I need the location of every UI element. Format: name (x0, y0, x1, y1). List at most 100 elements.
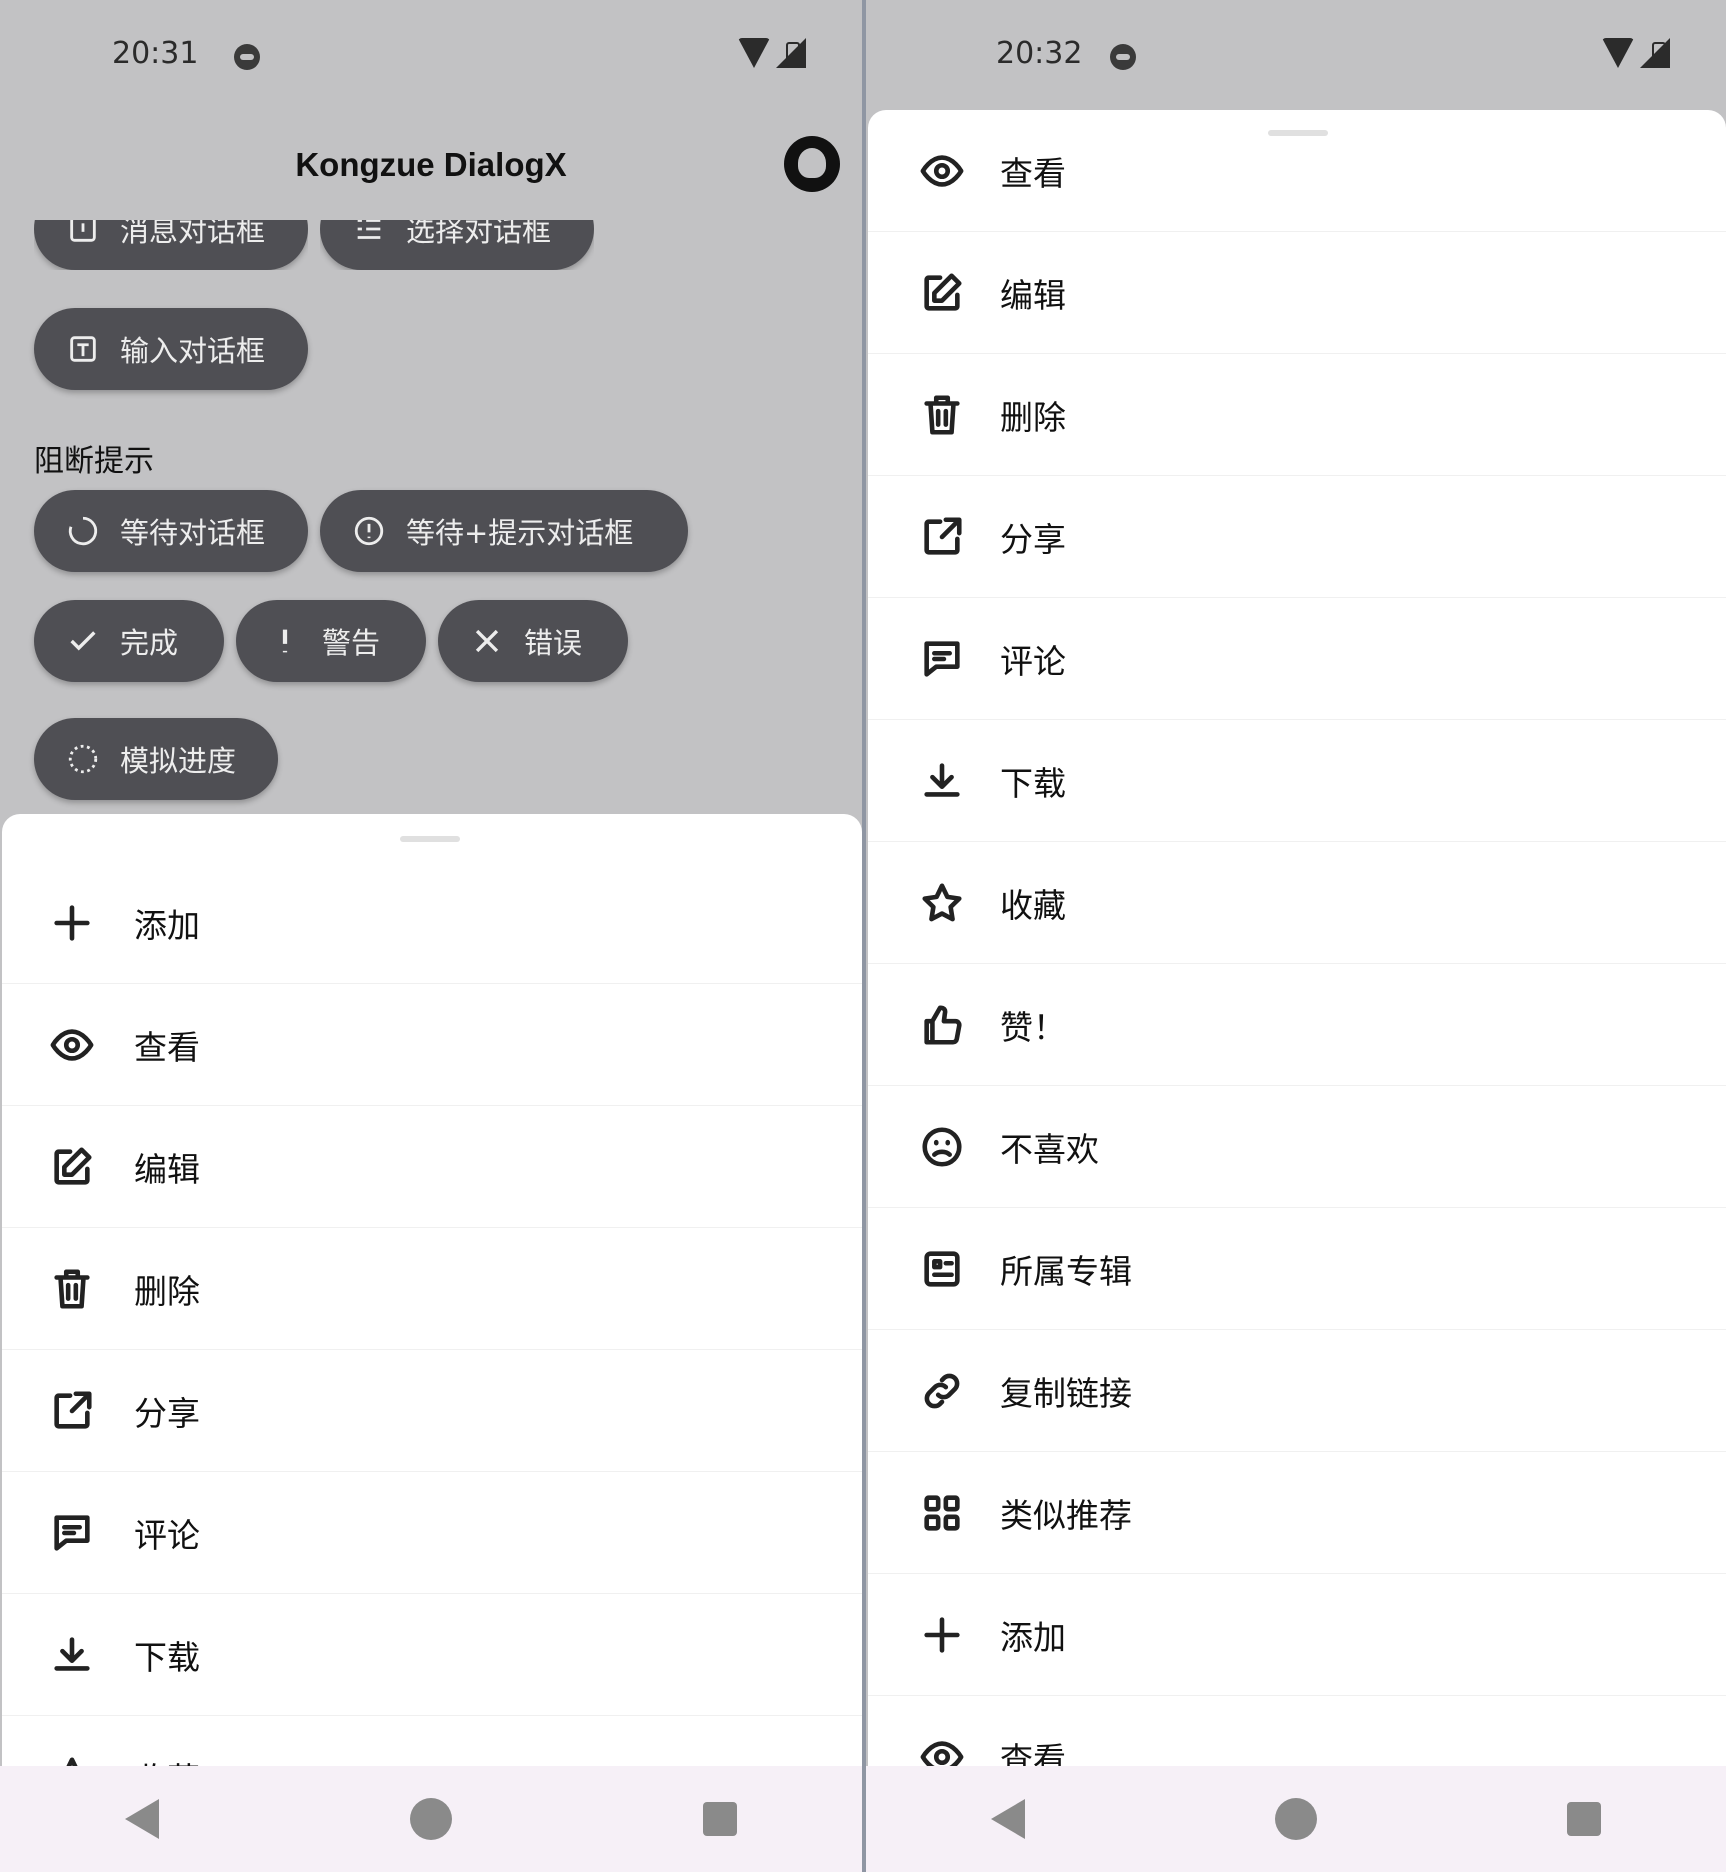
menu-item-1[interactable]: 查看 (2, 984, 862, 1106)
progress-icon (66, 742, 100, 776)
error-button[interactable]: 错误 (438, 600, 628, 682)
menu-item-checkbox[interactable] (1610, 499, 1686, 575)
menu-item-checkbox[interactable] (1610, 865, 1686, 941)
menu-item-3[interactable]: 删除 (2, 1228, 862, 1350)
thumbs-up-icon (918, 1001, 966, 1049)
menu-item-12[interactable]: 添加 (868, 1574, 1726, 1696)
home-icon[interactable] (1275, 1798, 1317, 1840)
menu-item-checkbox[interactable] (744, 1129, 820, 1205)
menu-item-8[interactable]: 不喜欢 (868, 1086, 1726, 1208)
menu-item-checkbox[interactable] (744, 1617, 820, 1693)
download-icon (918, 757, 966, 805)
menu-item-label: 评论 (1000, 641, 1066, 681)
menu-item-0[interactable]: 添加 (2, 862, 862, 984)
menu-item-7[interactable]: 赞！ (868, 964, 1726, 1086)
wifi-icon (738, 38, 770, 68)
menu-item-checkbox[interactable] (1610, 1231, 1686, 1307)
menu-item-checkbox[interactable] (744, 1495, 820, 1571)
input-dialog-button[interactable]: 输入对话框 (34, 308, 308, 390)
app-title: Kongzue DialogX (295, 146, 567, 183)
button-label: 等待对话框 (120, 516, 266, 550)
done-button[interactable]: 完成 (34, 600, 224, 682)
menu-item-checkbox[interactable] (744, 1007, 820, 1083)
sheet-handle[interactable] (400, 836, 460, 842)
menu-item-9[interactable]: 所属专辑 (868, 1208, 1726, 1330)
menu-item-checkbox[interactable] (744, 1373, 820, 1449)
menu-item-label: 评论 (134, 1515, 200, 1555)
wait-tip-dialog-button[interactable]: 等待+提示对话框 (320, 490, 688, 572)
github-icon[interactable] (784, 136, 840, 192)
menu-item-2[interactable]: 编辑 (2, 1106, 862, 1228)
menu-item-label: 编辑 (134, 1149, 200, 1189)
menu-item-6[interactable]: 收藏 (868, 842, 1726, 964)
frown-icon (918, 1123, 966, 1171)
wifi-icon (1602, 38, 1634, 68)
menu-item-checkbox[interactable] (1610, 621, 1686, 697)
bottom-menu-sheet: 查看 编辑 删除 分享 评论 下载 收藏 赞！ 不喜欢 所属专辑 复制链接 类似推荐 添加 查看 (868, 110, 1726, 1872)
menu-item-6[interactable]: 下载 (2, 1594, 862, 1716)
menu-item-checkbox[interactable] (1610, 377, 1686, 453)
right-phone-screen: 20:32 查看 编辑 删除 分享 评论 下载 收藏 赞！ 不喜欢 所属专辑 复制链接 类似推荐 添加查… (866, 0, 1726, 1872)
menu-item-checkbox[interactable] (744, 885, 820, 961)
menu-item-checkbox[interactable] (1610, 255, 1686, 331)
warning-button[interactable]: 警告 (236, 600, 426, 682)
alert-circle-icon (352, 514, 386, 548)
menu-item-label: 查看 (134, 1027, 200, 1067)
section-label: 阻断提示 (34, 444, 154, 479)
menu-item-10[interactable]: 复制链接 (868, 1330, 1726, 1452)
input-icon (66, 332, 100, 366)
menu-item-4[interactable]: 分享 (2, 1350, 862, 1472)
menu-item-4[interactable]: 评论 (868, 598, 1726, 720)
menu-item-checkbox[interactable] (1610, 1109, 1686, 1185)
home-icon[interactable] (409, 1798, 452, 1840)
menu-item-checkbox[interactable] (1610, 743, 1686, 819)
edit-icon (48, 1143, 96, 1191)
menu-item-5[interactable]: 下载 (868, 720, 1726, 842)
album-icon (918, 1245, 966, 1293)
star-icon (918, 879, 966, 927)
navigation-bar (866, 1766, 1726, 1872)
menu-item-label: 不喜欢 (1000, 1129, 1099, 1169)
left-phone-screen: 20:31 Kongzue DialogX 消息对话框 选择对话框 输入对话框 … (0, 0, 862, 1872)
menu-item-checkbox[interactable] (1610, 987, 1686, 1063)
menu-item-0[interactable]: 查看 (868, 110, 1726, 232)
status-time: 20:32 (996, 36, 1083, 71)
menu-item-checkbox[interactable] (744, 1251, 820, 1327)
x-icon (470, 624, 504, 658)
menu-item-label: 分享 (1000, 519, 1066, 559)
battery-icon (1652, 42, 1666, 68)
comment-icon (918, 635, 966, 683)
edit-icon (918, 269, 966, 317)
plus-icon (48, 899, 96, 947)
menu-item-label: 收藏 (1000, 885, 1066, 925)
menu-item-5[interactable]: 评论 (2, 1472, 862, 1594)
back-icon[interactable] (991, 1799, 1025, 1839)
menu-item-checkbox[interactable] (1610, 1353, 1686, 1429)
menu-item-checkbox[interactable] (1610, 1475, 1686, 1551)
recent-apps-icon[interactable] (702, 1802, 737, 1836)
battery-icon (786, 42, 800, 68)
menu-item-checkbox[interactable] (1610, 133, 1686, 209)
menu-item-label: 编辑 (1000, 275, 1066, 315)
menu-item-label: 分享 (134, 1393, 200, 1433)
menu-item-2[interactable]: 删除 (868, 354, 1726, 476)
menu-item-11[interactable]: 类似推荐 (868, 1452, 1726, 1574)
back-icon[interactable] (125, 1799, 160, 1839)
recent-apps-icon[interactable] (1567, 1802, 1601, 1836)
button-label: 完成 (120, 626, 179, 660)
menu-item-label: 赞！ (1000, 1007, 1066, 1047)
spinner-icon (66, 514, 100, 548)
menu-item-3[interactable]: 分享 (868, 476, 1726, 598)
menu-item-checkbox[interactable] (1610, 1597, 1686, 1673)
progress-button[interactable]: 模拟进度 (34, 718, 278, 800)
trash-icon (918, 391, 966, 439)
menu-item-label: 添加 (1000, 1617, 1066, 1657)
status-bar: 20:32 (866, 0, 1726, 110)
navigation-bar (0, 1766, 862, 1872)
menu-item-1[interactable]: 编辑 (868, 232, 1726, 354)
menu-item-label: 类似推荐 (1000, 1495, 1132, 1535)
bottom-menu-sheet: 添加查看编辑删除分享评论下载收藏赞！ (2, 814, 862, 1872)
check-icon (66, 624, 100, 658)
download-icon (48, 1631, 96, 1679)
wait-dialog-button[interactable]: 等待对话框 (34, 490, 308, 572)
